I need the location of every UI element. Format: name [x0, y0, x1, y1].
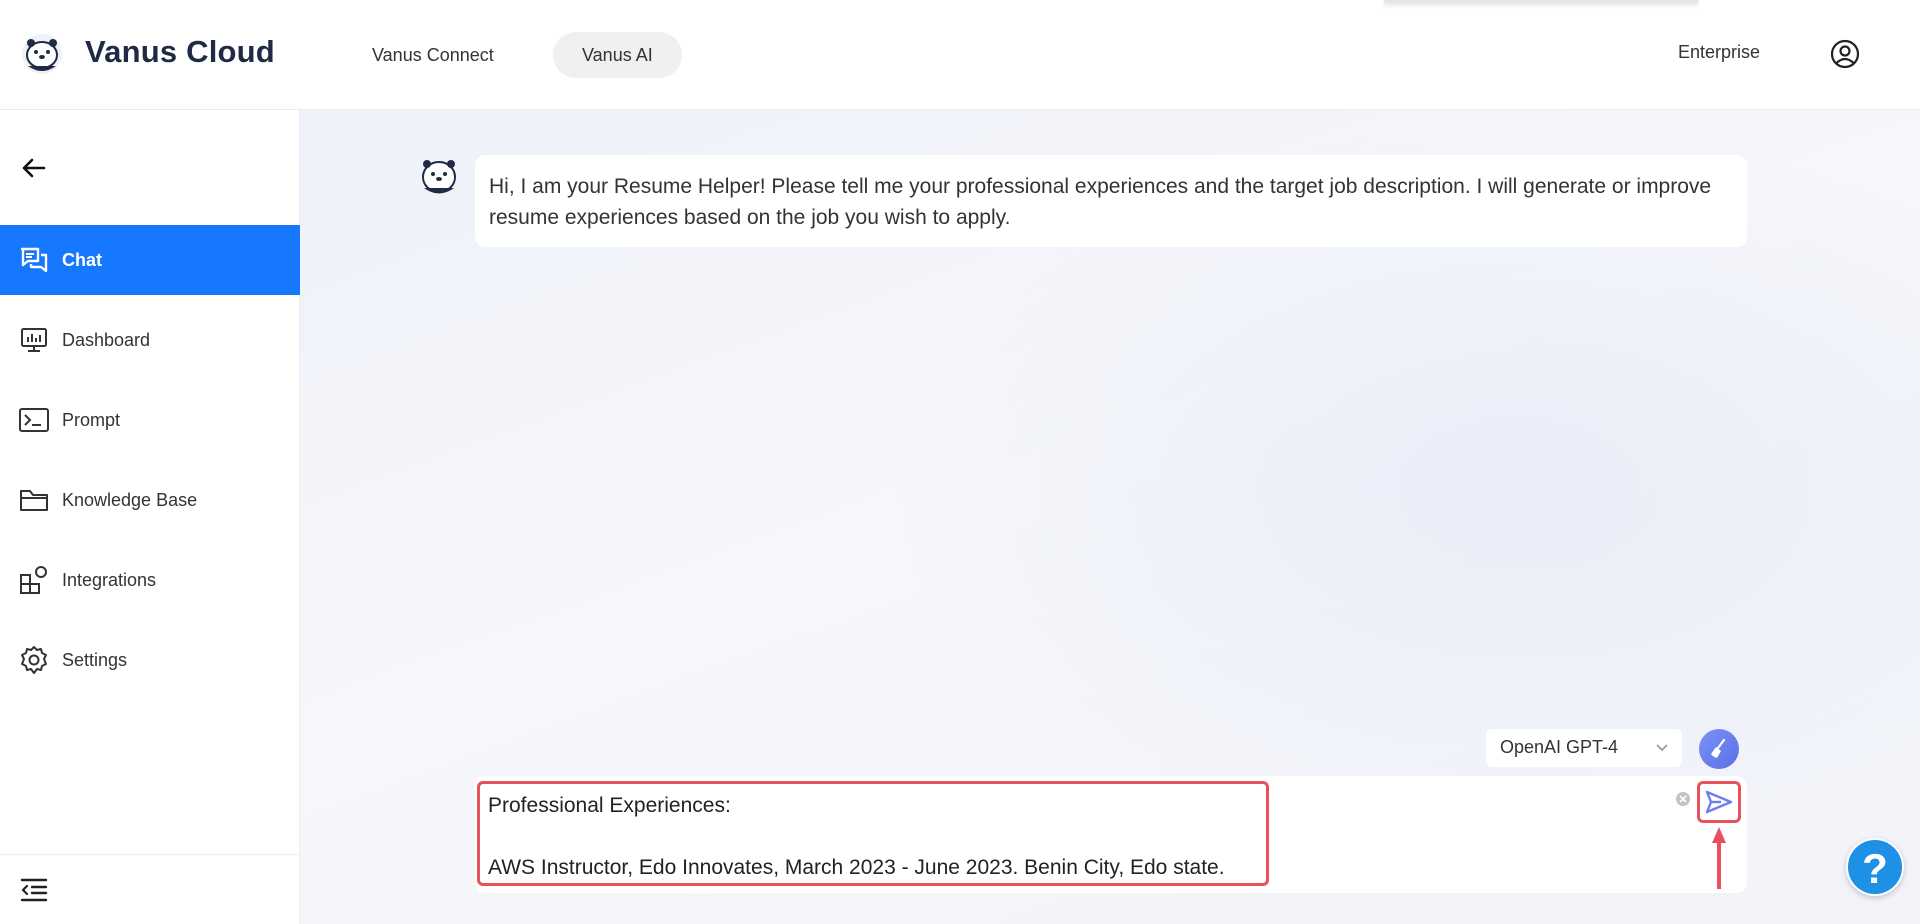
gear-icon	[18, 644, 50, 676]
chat-icon	[18, 244, 50, 276]
broom-icon	[1711, 738, 1726, 758]
model-select-value: OpenAI GPT-4	[1500, 737, 1619, 757]
sidebar-footer	[0, 854, 300, 924]
sidebar-item-label: Knowledge Base	[62, 489, 198, 510]
clear-chat-button[interactable]	[1699, 729, 1739, 769]
collapse-menu-icon[interactable]	[18, 876, 50, 904]
sidebar-item-label: Dashboard	[62, 329, 151, 350]
send-button[interactable]	[1697, 781, 1741, 823]
integrations-icon	[18, 564, 50, 596]
tab-vanus-ai[interactable]: Vanus AI	[553, 32, 682, 78]
sidebar: Chat Dashboard Prompt Knowledge Base Int…	[0, 110, 300, 924]
terminal-icon	[18, 404, 50, 436]
clear-circle-icon[interactable]	[1675, 791, 1691, 807]
sidebar-item-label: Prompt	[62, 409, 121, 430]
bot-message: Hi, I am your Resume Helper! Please tell…	[475, 155, 1747, 247]
sidebar-item-knowledge-base[interactable]: Knowledge Base	[0, 465, 300, 535]
sidebar-item-chat[interactable]: Chat	[0, 225, 300, 295]
arrow-left-icon[interactable]	[18, 152, 50, 184]
otter-avatar-icon	[422, 160, 456, 194]
enterprise-link[interactable]: Enterprise	[1678, 42, 1760, 63]
sidebar-item-label: Settings	[62, 649, 128, 670]
top-popover-edge	[1384, 0, 1698, 3]
sidebar-item-settings[interactable]: Settings	[0, 625, 300, 695]
top-header: Vanus Cloud Vanus Connect Vanus AI Enter…	[0, 0, 1920, 110]
account-circle-icon[interactable]	[1829, 38, 1861, 70]
annotation-arrow-icon	[1712, 827, 1726, 889]
brand-name: Vanus Cloud	[85, 34, 275, 69]
sidebar-item-label: Integrations	[62, 569, 157, 590]
otter-logo-icon	[22, 34, 62, 74]
message-input[interactable]: Professional Experiences: AWS Instructor…	[477, 781, 1269, 886]
dashboard-icon	[18, 324, 50, 356]
sidebar-item-label: Chat	[62, 249, 102, 270]
sidebar-item-dashboard[interactable]: Dashboard	[0, 305, 300, 375]
folder-icon	[18, 484, 50, 516]
help-button[interactable]: ?	[1846, 838, 1904, 896]
sidebar-item-prompt[interactable]: Prompt	[0, 385, 300, 455]
chevron-down-icon	[1656, 744, 1668, 752]
model-select[interactable]: OpenAI GPT-4	[1486, 729, 1682, 767]
send-icon	[1705, 790, 1733, 814]
sidebar-item-integrations[interactable]: Integrations	[0, 545, 300, 615]
tab-vanus-connect[interactable]: Vanus Connect	[343, 32, 523, 78]
